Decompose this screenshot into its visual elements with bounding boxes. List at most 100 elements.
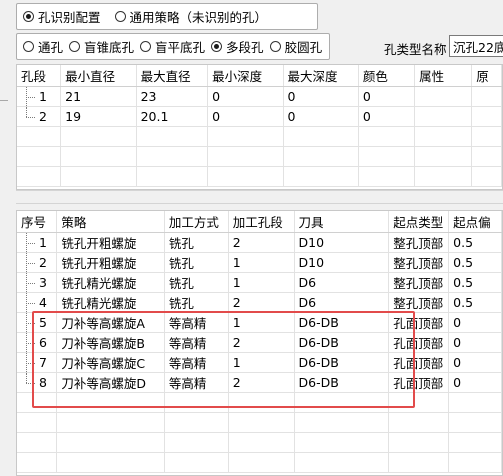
column-header[interactable]: 加工孔段 <box>228 211 295 233</box>
table-cell[interactable]: 1 <box>17 232 58 253</box>
table-cell[interactable]: 0 <box>448 372 502 393</box>
column-header[interactable]: 颜色 <box>358 65 416 87</box>
table-cell[interactable] <box>471 106 502 127</box>
table-cell[interactable]: 0 <box>283 106 359 127</box>
column-header[interactable]: 刀具 <box>294 211 390 233</box>
radio-through-hole[interactable]: 通孔 <box>23 37 63 56</box>
table-cell[interactable]: 2 <box>228 292 295 313</box>
table-cell[interactable]: D10 <box>294 252 390 273</box>
table-cell[interactable]: 孔面顶部 <box>388 372 450 393</box>
column-header[interactable]: 原 <box>471 65 502 87</box>
table-cell[interactable]: 等高精 <box>164 352 229 373</box>
column-header[interactable]: 孔段 <box>17 65 62 87</box>
table-cell[interactable]: 0 <box>448 352 502 373</box>
hole-type-name-input[interactable]: 沉孔22底 <box>449 35 503 57</box>
table-cell[interactable]: 铣孔 <box>164 252 229 273</box>
table-row[interactable]: 6 刀补等高螺旋B 等高精 2 D6-DB 孔面顶部 0 <box>17 332 502 353</box>
table-cell[interactable]: 7 <box>17 352 58 373</box>
table-cell[interactable] <box>414 106 473 127</box>
table-cell[interactable]: D10 <box>294 232 390 253</box>
table-cell[interactable]: 0.5 <box>448 292 502 313</box>
table-cell[interactable]: 孔面顶部 <box>388 352 450 373</box>
table-cell[interactable]: 1 <box>228 312 295 333</box>
column-header[interactable]: 最小深度 <box>207 65 284 87</box>
table-cell[interactable]: 刀补等高螺旋A <box>56 312 165 333</box>
table-row[interactable]: 4 铣孔精光螺旋 铣孔 2 D6 整孔顶部 0.5 <box>17 292 502 313</box>
table-cell[interactable]: 0 <box>358 86 416 107</box>
table-cell[interactable]: D6 <box>294 292 390 313</box>
table-cell[interactable]: 1 <box>228 272 295 293</box>
table-cell[interactable]: 铣孔开粗螺旋 <box>56 232 165 253</box>
radio-blind-cone-bottom[interactable]: 盲锥底孔 <box>69 37 134 56</box>
table-cell[interactable]: 整孔顶部 <box>388 272 450 293</box>
column-header[interactable]: 加工方式 <box>164 211 229 233</box>
radio-blind-flat-bottom[interactable]: 盲平底孔 <box>140 37 205 56</box>
table-cell[interactable]: 铣孔 <box>164 232 229 253</box>
table-cell[interactable]: 20.1 <box>136 106 209 127</box>
table-cell[interactable]: 1 <box>17 86 62 107</box>
table-cell[interactable]: 0 <box>448 312 502 333</box>
table-cell[interactable]: 6 <box>17 332 58 353</box>
table-row[interactable]: 2 铣孔开粗螺旋 铣孔 1 D10 整孔顶部 0.5 <box>17 252 502 273</box>
table-cell[interactable]: D6 <box>294 272 390 293</box>
table-cell[interactable]: 2 <box>17 252 58 273</box>
table-cell[interactable]: 整孔顶部 <box>388 232 450 253</box>
table-cell[interactable]: 铣孔精光螺旋 <box>56 292 165 313</box>
table-cell[interactable]: 0 <box>207 106 284 127</box>
table-cell[interactable]: 铣孔精光螺旋 <box>56 272 165 293</box>
column-header[interactable]: 起点类型 <box>388 211 450 233</box>
column-header[interactable]: 起点偏 <box>448 211 502 233</box>
table-cell[interactable]: 刀补等高螺旋D <box>56 372 165 393</box>
table-cell[interactable]: 等高精 <box>164 312 229 333</box>
table-cell[interactable]: 23 <box>136 86 209 107</box>
table-cell[interactable]: 0.5 <box>448 252 502 273</box>
table-cell[interactable]: 8 <box>17 372 58 393</box>
table-cell[interactable] <box>414 86 473 107</box>
table-cell[interactable]: D6-DB <box>294 332 390 353</box>
table-cell[interactable]: 2 <box>228 372 295 393</box>
table-row[interactable]: 5 刀补等高螺旋A 等高精 1 D6-DB 孔面顶部 0 <box>17 312 502 333</box>
table-cell[interactable]: 孔面顶部 <box>388 332 450 353</box>
column-header[interactable]: 策略 <box>56 211 165 233</box>
splitter[interactable] <box>16 190 503 204</box>
table-cell[interactable]: 2 <box>17 106 62 127</box>
table-cell[interactable] <box>471 86 502 107</box>
column-header[interactable]: 最小直径 <box>60 65 137 87</box>
table-row[interactable]: 7 刀补等高螺旋C 等高精 1 D6-DB 孔面顶部 0 <box>17 352 502 373</box>
table-cell[interactable]: 铣孔 <box>164 272 229 293</box>
radio-generic-strategy[interactable]: 通用策略（未识别的孔） <box>114 7 267 26</box>
table-cell[interactable]: D6-DB <box>294 372 390 393</box>
radio-glue-round-hole[interactable]: 胶圆孔 <box>269 37 322 56</box>
table-cell[interactable]: 19 <box>60 106 137 127</box>
table-cell[interactable]: 0.5 <box>448 272 502 293</box>
table-cell[interactable]: 铣孔 <box>164 292 229 313</box>
table-cell[interactable]: 2 <box>228 232 295 253</box>
table-cell[interactable]: 5 <box>17 312 58 333</box>
table-cell[interactable]: 0 <box>283 86 359 107</box>
table-cell[interactable]: 3 <box>17 272 58 293</box>
table-cell[interactable]: 2 <box>228 332 295 353</box>
table-row[interactable]: 3 铣孔精光螺旋 铣孔 1 D6 整孔顶部 0.5 <box>17 272 502 293</box>
table-row[interactable]: 1 21 23 0 0 0 <box>17 86 502 107</box>
column-header[interactable]: 序号 <box>17 211 58 233</box>
table-row[interactable]: 8 刀补等高螺旋D 等高精 2 D6-DB 孔面顶部 0 <box>17 372 502 393</box>
radio-multi-segment-hole[interactable]: 多段孔 <box>211 37 264 56</box>
table-cell[interactable]: 整孔顶部 <box>388 292 450 313</box>
column-header[interactable]: 最大深度 <box>283 65 359 87</box>
column-header[interactable]: 最大直径 <box>136 65 209 87</box>
radio-hole-recognition-config[interactable]: 孔识别配置 <box>23 7 101 26</box>
table-row[interactable]: 1 铣孔开粗螺旋 铣孔 2 D10 整孔顶部 0.5 <box>17 232 502 253</box>
table-row[interactable]: 2 19 20.1 0 0 0 <box>17 106 502 127</box>
table-cell[interactable]: 整孔顶部 <box>388 252 450 273</box>
table-cell[interactable]: 0 <box>358 106 416 127</box>
table-cell[interactable]: 0 <box>207 86 284 107</box>
table-cell[interactable]: 1 <box>228 252 295 273</box>
table-cell[interactable]: 4 <box>17 292 58 313</box>
table-cell[interactable]: D6-DB <box>294 312 390 333</box>
table-cell[interactable]: 铣孔开粗螺旋 <box>56 252 165 273</box>
table-cell[interactable]: 等高精 <box>164 332 229 353</box>
table-cell[interactable]: D6-DB <box>294 352 390 373</box>
column-header[interactable]: 属性 <box>414 65 473 87</box>
table-cell[interactable]: 0.5 <box>448 232 502 253</box>
table-cell[interactable]: 孔面顶部 <box>388 312 450 333</box>
